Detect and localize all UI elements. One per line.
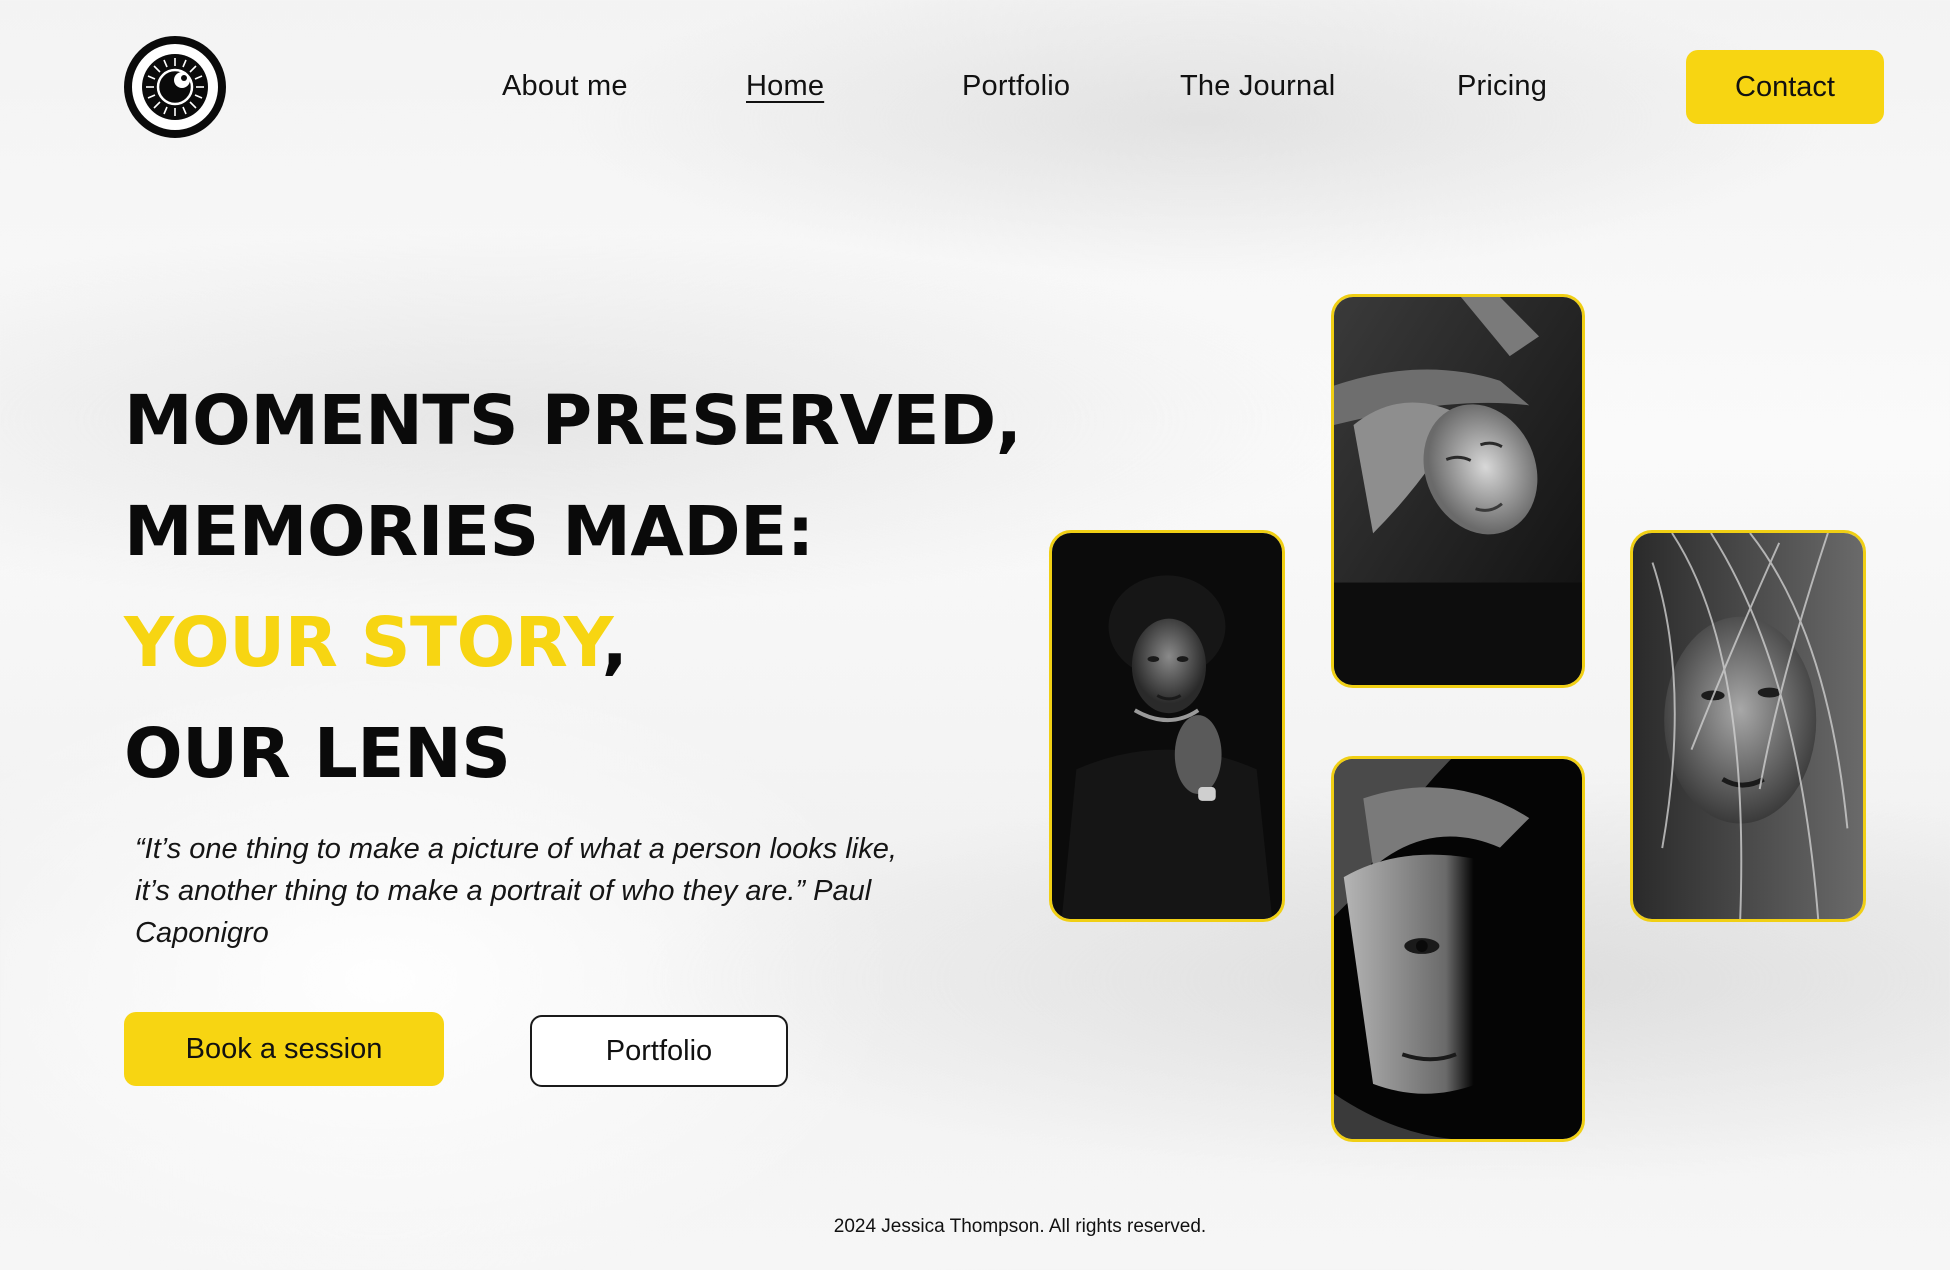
headline-comma: , — [601, 603, 628, 683]
portrait-photo-3[interactable] — [1331, 756, 1585, 1142]
hero-headline: MOMENTS PRESERVED, MEMORIES MADE: YOUR S… — [124, 366, 1022, 810]
main-nav: About me Home Portfolio The Journal Pric… — [0, 66, 1950, 106]
nav-item-portfolio[interactable]: Portfolio — [962, 66, 1070, 106]
nav-item-home[interactable]: Home — [746, 66, 824, 106]
headline-line-4: OUR LENS — [124, 714, 511, 794]
portrait-photo-4[interactable] — [1630, 530, 1866, 922]
footer-copyright: 2024 Jessica Thompson. All rights reserv… — [833, 1216, 1207, 1237]
portrait-photo-1[interactable] — [1049, 530, 1285, 922]
portrait-photo-2[interactable] — [1331, 294, 1585, 688]
hero-quote: “It’s one thing to make a picture of wha… — [135, 833, 897, 949]
nav-item-pricing[interactable]: Pricing — [1457, 66, 1547, 106]
contact-button[interactable]: Contact — [1686, 50, 1884, 124]
headline-line-1: MOMENTS PRESERVED, — [124, 381, 1022, 461]
book-session-button[interactable]: Book a session — [124, 1012, 444, 1086]
headline-line-3: YOUR STORY, — [124, 588, 1021, 699]
nav-item-the-journal[interactable]: The Journal — [1180, 66, 1335, 106]
headline-line-2: MEMORIES MADE: — [124, 492, 814, 572]
portfolio-button[interactable]: Portfolio — [530, 1015, 788, 1087]
headline-accent: YOUR STORY — [124, 603, 602, 683]
nav-item-about-me[interactable]: About me — [502, 66, 628, 106]
